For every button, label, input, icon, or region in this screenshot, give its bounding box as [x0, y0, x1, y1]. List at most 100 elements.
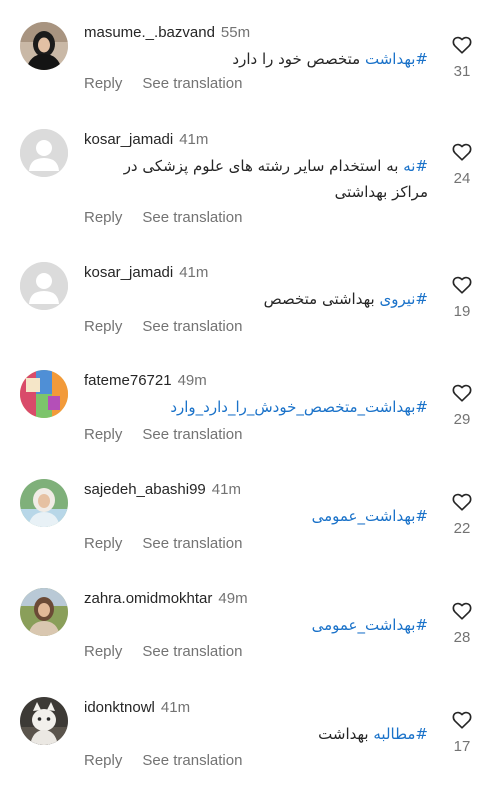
like-area: 31 — [446, 34, 478, 80]
reply-button[interactable]: Reply — [84, 426, 122, 443]
username[interactable]: kosar_jamadi — [84, 264, 173, 281]
heart-icon[interactable] — [451, 600, 473, 622]
username[interactable]: masume._.bazvand — [84, 24, 215, 41]
comment-item: idonktnowl 41m #مطالبه بهداشت Reply See tr… — [0, 697, 499, 797]
reply-button[interactable]: Reply — [84, 535, 122, 552]
hashtag-link[interactable]: #مطالبه — [373, 725, 428, 743]
comment-item: masume._.bazvand 55m #بهداشت متخصص خود را… — [0, 22, 499, 122]
reply-button[interactable]: Reply — [84, 752, 122, 769]
comment-text: #نه به استخدام سایر رشته های علوم پزشکی … — [84, 153, 428, 205]
comment-item: zahra.omidmokhtar 49m #بهداشت_عمومی Reply… — [0, 588, 499, 688]
hashtag-link[interactable]: #بهداشت — [365, 50, 428, 68]
comment-header: idonktnowl 41m — [84, 697, 190, 719]
like-area: 29 — [446, 382, 478, 428]
avatar[interactable] — [20, 697, 68, 745]
hashtag-link[interactable]: #نیروی — [379, 290, 428, 308]
avatar[interactable] — [20, 262, 68, 310]
comment-item: fateme76721 49m #بهداشت_متخصص_خودش_را_دار… — [0, 370, 499, 470]
reply-button[interactable]: Reply — [84, 643, 122, 660]
username[interactable]: sajedeh_abashi99 — [84, 481, 206, 498]
comment-body: بهداشت — [318, 725, 374, 743]
heart-icon[interactable] — [451, 34, 473, 56]
comment-actions: Reply See translation — [84, 533, 242, 555]
username[interactable]: idonktnowl — [84, 699, 155, 716]
timestamp: 55m — [220, 24, 251, 41]
see-translation-button[interactable]: See translation — [142, 426, 242, 443]
comment-text: #نیروی بهداشتی متخصص — [84, 286, 428, 312]
timestamp: 41m — [211, 481, 241, 498]
default-avatar-icon — [20, 262, 68, 310]
username[interactable]: kosar_jamadi — [84, 131, 173, 148]
heart-icon[interactable] — [451, 274, 473, 296]
avatar-photo-icon — [20, 22, 68, 70]
hashtag-link[interactable]: #بهداشت_عمومی — [312, 507, 428, 525]
see-translation-button[interactable]: See translation — [142, 318, 242, 335]
hashtag-link[interactable]: #بهداشت_متخصص_خودش_را_دارد_وارد — [170, 398, 428, 416]
like-count: 24 — [453, 170, 471, 187]
comment-header: kosar_jamadi 41m — [84, 129, 208, 151]
comment-actions: Reply See translation — [84, 207, 242, 229]
avatar-photo-icon — [20, 588, 68, 636]
comment-actions: Reply See translation — [84, 641, 242, 663]
comment-body: به استخدام سایر رشته های علوم پزشکی در م… — [123, 157, 428, 201]
avatar[interactable] — [20, 588, 68, 636]
username[interactable]: zahra.omidmokhtar — [84, 590, 212, 607]
avatar[interactable] — [20, 129, 68, 177]
like-area: 22 — [446, 491, 478, 537]
comment-item: sajedeh_abashi99 41m #بهداشت_عمومی Reply S… — [0, 479, 499, 579]
like-count: 29 — [453, 411, 471, 428]
default-avatar-icon — [20, 129, 68, 177]
see-translation-button[interactable]: See translation — [142, 535, 242, 552]
heart-icon[interactable] — [451, 709, 473, 731]
avatar-photo-icon — [20, 697, 68, 745]
timestamp: 41m — [160, 699, 191, 716]
reply-button[interactable]: Reply — [84, 209, 122, 226]
like-area: 17 — [446, 709, 478, 755]
username[interactable]: fateme76721 — [84, 372, 172, 389]
hashtag-link[interactable]: #نه — [403, 157, 428, 175]
comment-actions: Reply See translation — [84, 750, 242, 772]
like-area: 28 — [446, 600, 478, 646]
timestamp: 41m — [179, 264, 209, 281]
see-translation-button[interactable]: See translation — [142, 752, 242, 769]
comment-text: #بهداشت_متخصص_خودش_را_دارد_وارد — [84, 394, 428, 420]
timestamp: 49m — [218, 590, 248, 607]
see-translation-button[interactable]: See translation — [142, 75, 242, 92]
heart-icon[interactable] — [451, 491, 473, 513]
comment-text: #بهداشت متخصص خود را دارد — [84, 46, 428, 72]
like-area: 19 — [446, 274, 478, 320]
reply-button[interactable]: Reply — [84, 318, 122, 335]
comment-item: kosar_jamadi 41m #نه به استخدام سایر رشته… — [0, 129, 499, 229]
like-count: 17 — [453, 738, 471, 755]
comment-header: zahra.omidmokhtar 49m — [84, 588, 248, 610]
comment-actions: Reply See translation — [84, 73, 242, 95]
comment-actions: Reply See translation — [84, 424, 242, 446]
comment-text: #مطالبه بهداشت — [84, 721, 428, 747]
see-translation-button[interactable]: See translation — [142, 209, 242, 226]
comment-header: kosar_jamadi 41m — [84, 262, 208, 284]
avatar[interactable] — [20, 370, 68, 418]
comment-header: sajedeh_abashi99 41m — [84, 479, 241, 501]
see-translation-button[interactable]: See translation — [142, 643, 242, 660]
comment-header: masume._.bazvand 55m — [84, 22, 250, 44]
like-area: 24 — [446, 141, 478, 187]
comment-text: #بهداشت_عمومی — [84, 503, 428, 529]
avatar-photo-icon — [20, 370, 68, 418]
comment-header: fateme76721 49m — [84, 370, 207, 392]
timestamp: 49m — [177, 372, 207, 389]
reply-button[interactable]: Reply — [84, 75, 122, 92]
comment-body: متخصص خود را دارد — [232, 50, 365, 68]
like-count: 31 — [453, 63, 471, 80]
comment-text: #بهداشت_عمومی — [84, 612, 428, 638]
avatar[interactable] — [20, 22, 68, 70]
heart-icon[interactable] — [451, 382, 473, 404]
avatar-photo-icon — [20, 479, 68, 527]
avatar[interactable] — [20, 479, 68, 527]
comment-item: kosar_jamadi 41m #نیروی بهداشتی متخصص Rep… — [0, 262, 499, 362]
like-count: 19 — [453, 303, 471, 320]
hashtag-link[interactable]: #بهداشت_عمومی — [312, 616, 428, 634]
timestamp: 41m — [179, 131, 209, 148]
like-count: 22 — [453, 520, 471, 537]
comments-list: masume._.bazvand 55m #بهداشت متخصص خود را… — [0, 0, 499, 800]
heart-icon[interactable] — [451, 141, 473, 163]
